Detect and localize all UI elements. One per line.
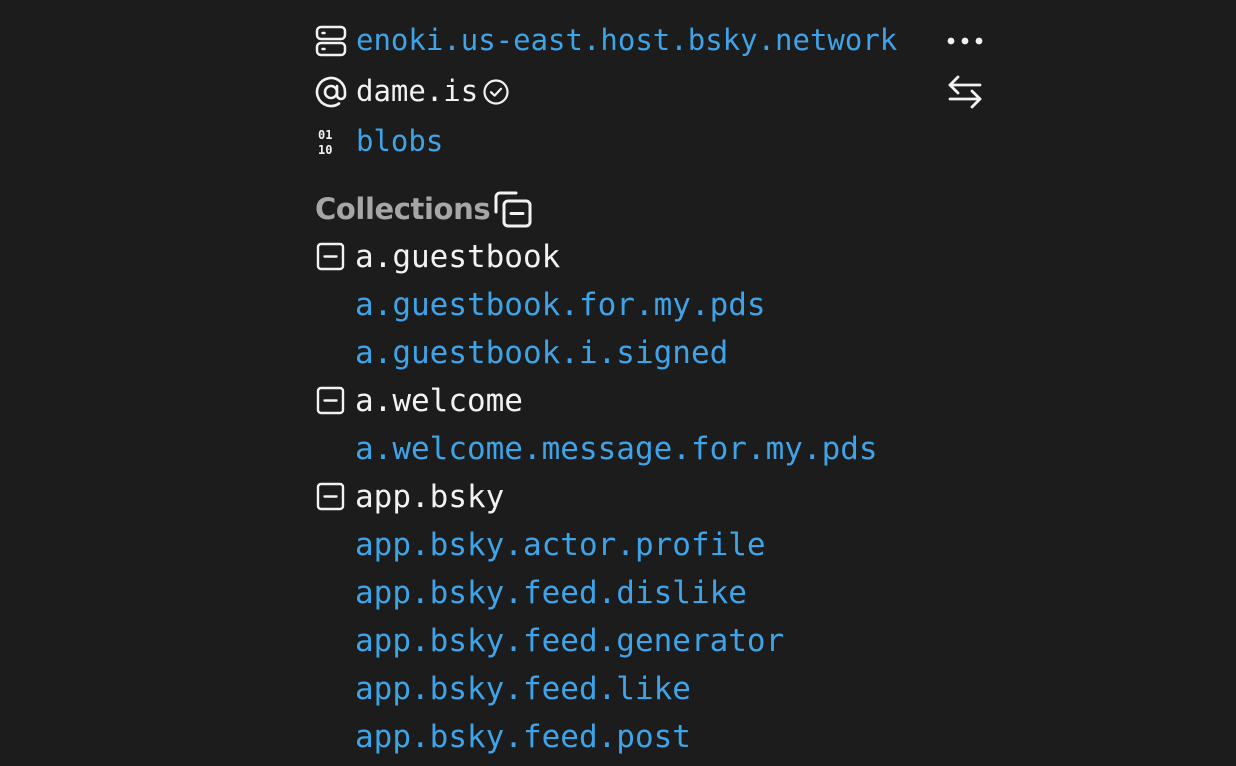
at-sign-icon [315,76,347,108]
collections-heading: Collections [315,192,491,226]
arrow-swap-icon[interactable] [946,73,984,111]
minus-square-icon[interactable] [316,386,346,416]
collection-link[interactable]: app.bsky.feed.generator [355,626,784,657]
collection-group-name[interactable]: a.guestbook [355,242,560,273]
more-horizontal-icon[interactable] [945,35,985,47]
server-icon [315,25,347,57]
collection-group-name[interactable]: app.bsky [355,482,504,513]
collection-link[interactable]: app.bsky.actor.profile [355,530,766,561]
collection-link[interactable]: a.guestbook.for.my.pds [355,290,766,321]
collection-link[interactable]: app.bsky.feed.post [355,722,691,753]
minus-square-icon[interactable] [316,242,346,272]
handle-text[interactable]: dame.is [356,77,478,106]
collection-group-name[interactable]: a.welcome [355,386,523,417]
blobs-link[interactable]: blobs [356,127,443,156]
collection-link[interactable]: app.bsky.feed.dislike [355,578,747,609]
minus-square-icon[interactable] [316,482,346,512]
collection-link[interactable]: a.welcome.message.for.my.pds [355,434,878,465]
svg-text:01: 01 [318,128,332,142]
collection-link[interactable]: a.guestbook.i.signed [355,338,728,369]
check-circle-icon [482,78,510,106]
svg-text:10: 10 [318,143,332,156]
copy-minus-icon[interactable] [493,189,533,229]
collection-link[interactable]: app.bsky.feed.like [355,674,691,705]
pds-host-link[interactable]: enoki.us-east.host.bsky.network [356,26,897,55]
binary-icon: 01 10 [318,128,344,156]
